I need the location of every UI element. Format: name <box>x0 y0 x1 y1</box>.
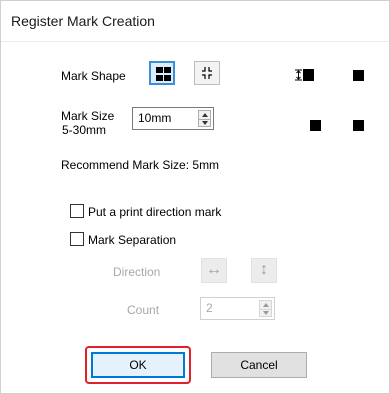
shape-corner-brackets-button[interactable] <box>194 61 220 85</box>
print-direction-label[interactable]: Put a print direction mark <box>88 205 221 219</box>
mark-size-range-label: 5-30mm <box>62 123 107 137</box>
preview-mark-bottom-right <box>353 120 364 131</box>
up-down-arrow-icon: ↕ <box>260 261 268 278</box>
count-down-button[interactable] <box>260 309 271 317</box>
recommend-size-value: 5mm <box>192 158 220 172</box>
preview-mark-top-right <box>353 70 364 81</box>
corner-brackets-icon <box>202 67 212 79</box>
dialog-title: Register Mark Creation <box>11 13 155 29</box>
count-spinner[interactable]: 2 <box>200 297 275 320</box>
cancel-button[interactable]: Cancel <box>211 352 307 378</box>
direction-vertical-button[interactable]: ↕ <box>251 258 277 283</box>
mark-size-down-button[interactable] <box>199 119 210 127</box>
left-right-arrow-icon: ↔ <box>206 261 222 278</box>
direction-horizontal-button[interactable]: ↔ <box>201 258 227 283</box>
mark-shape-label: Mark Shape <box>61 69 126 83</box>
mark-size-value: 10mm <box>138 111 172 125</box>
spin-up-icon <box>202 113 208 117</box>
mark-size-spinner[interactable]: 10mm <box>132 107 214 130</box>
ok-button[interactable]: OK <box>91 352 185 378</box>
mark-size-spin-buttons <box>198 110 211 127</box>
print-direction-mark-icon <box>295 69 314 81</box>
mark-separation-label[interactable]: Mark Separation <box>88 233 176 247</box>
mark-size-label: Mark Size <box>61 109 115 123</box>
register-mark-dialog: Register Mark Creation Mark Shape Mark S… <box>0 0 390 394</box>
spin-down-icon <box>202 120 208 125</box>
spin-up-icon <box>263 303 269 307</box>
dialog-title-bar: Register Mark Creation <box>1 1 389 42</box>
direction-label: Direction <box>113 265 161 279</box>
shape-four-squares-button[interactable] <box>149 61 175 85</box>
print-direction-checkbox[interactable] <box>70 204 84 218</box>
mark-separation-checkbox[interactable] <box>70 232 84 246</box>
spin-down-icon <box>263 310 269 315</box>
count-value: 2 <box>206 301 213 315</box>
count-label: Count <box>127 303 160 317</box>
recommend-size-label: Recommend Mark Size: 5mm <box>61 158 220 172</box>
count-spin-buttons <box>259 300 272 317</box>
preview-mark-bottom-left <box>310 120 321 131</box>
